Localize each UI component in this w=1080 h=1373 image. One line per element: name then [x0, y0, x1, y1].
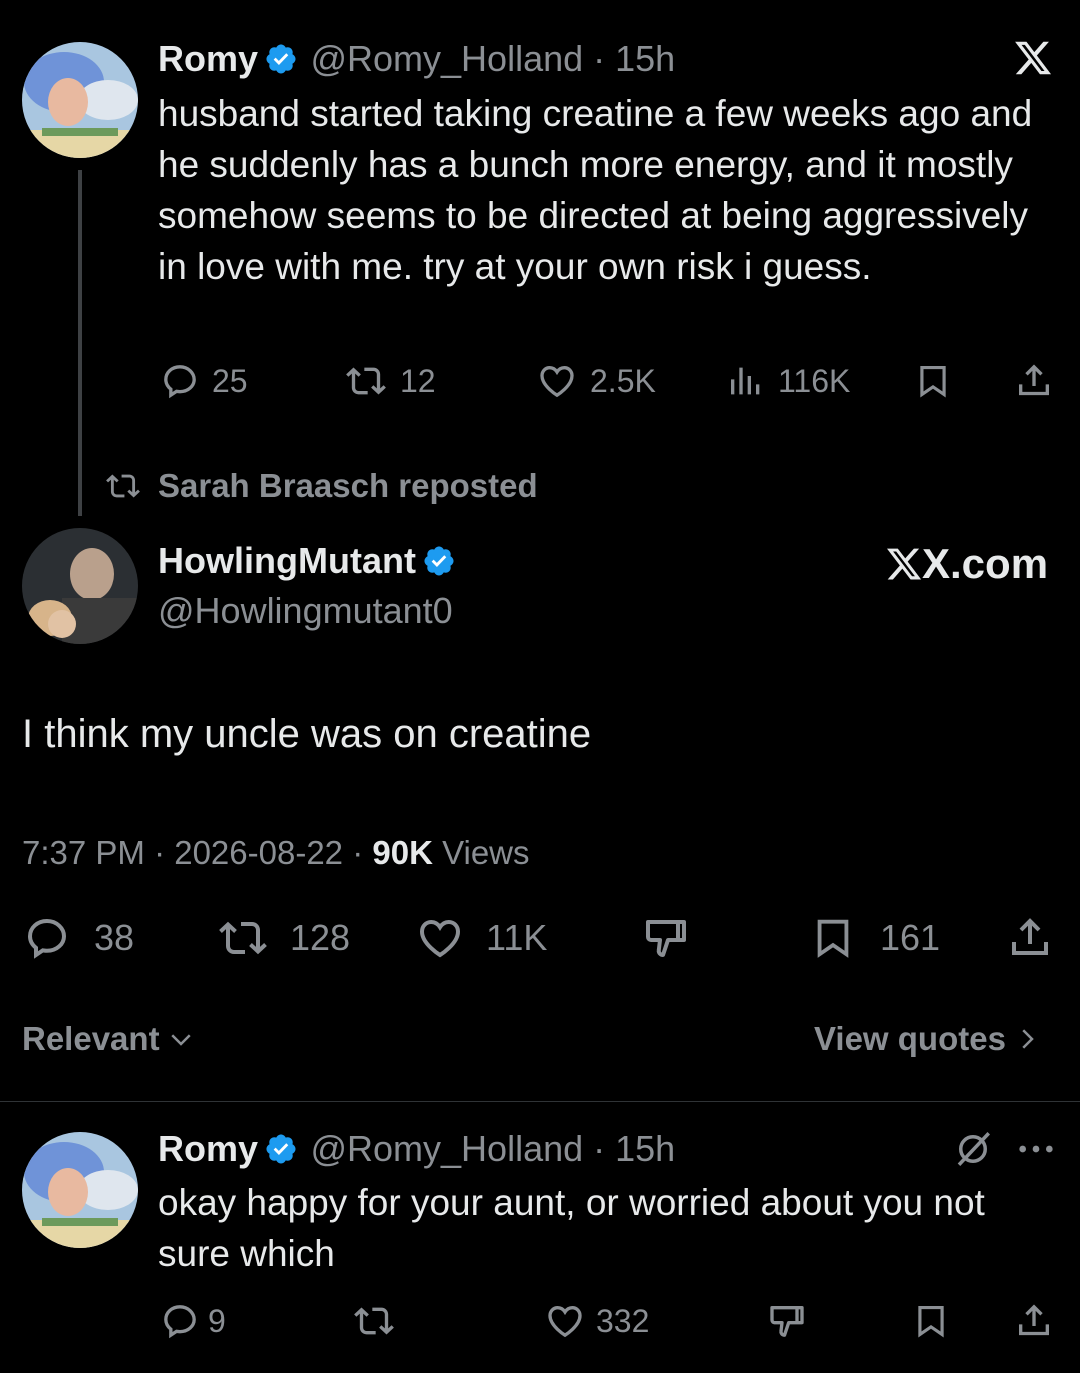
author-handle[interactable]: @Romy_Holland [310, 38, 583, 79]
repost-count: 12 [400, 362, 436, 399]
like-button[interactable]: 11K [412, 914, 547, 962]
more-options-icon[interactable] [1016, 1136, 1056, 1162]
repost-button[interactable] [352, 1300, 396, 1342]
tweet-meta: 7:37 PM · 2026-08-22 · 90K Views [22, 834, 530, 872]
repost-banner-text: Sarah Braasch reposted [158, 467, 538, 504]
thread-connector-line [78, 170, 82, 516]
chevron-right-icon [1022, 1029, 1034, 1049]
x-com-watermark: X.com [884, 540, 1048, 588]
grok-icon[interactable] [952, 1128, 994, 1170]
views-button[interactable]: 116K [726, 360, 850, 402]
tweet1-text: husband started taking creatine a few we… [158, 93, 1033, 287]
share-button[interactable] [1006, 914, 1054, 962]
heart-icon [548, 1305, 582, 1338]
reply-button[interactable]: 25 [160, 360, 248, 402]
reply-text: okay happy for your aunt, or worried abo… [158, 1182, 985, 1274]
thumbs-down-icon [646, 920, 686, 957]
avatar-howlingmutant[interactable] [22, 528, 138, 644]
views-count: 116K [778, 362, 851, 399]
chevron-down-icon [170, 1034, 191, 1046]
heart-icon [419, 919, 461, 958]
repost-icon [219, 921, 267, 955]
share-button[interactable] [1014, 360, 1054, 402]
avatar-romy[interactable] [22, 1132, 138, 1248]
bookmark-count: 161 [880, 917, 941, 958]
x-logo-icon [1015, 41, 1052, 75]
verified-badge-icon [266, 1134, 296, 1164]
tweet2-text: I think my uncle was on creatine [22, 712, 592, 756]
share-button[interactable] [1014, 1300, 1054, 1342]
thumbs-down-icon [770, 1306, 804, 1337]
reply-icon [27, 918, 67, 959]
author-name[interactable]: Romy [158, 38, 258, 79]
share-icon [1019, 364, 1049, 396]
bookmark-button[interactable] [912, 1300, 950, 1342]
divider [0, 1101, 1080, 1102]
repost-count: 128 [290, 917, 351, 958]
tweet-time[interactable]: 15h [615, 1128, 675, 1169]
dislike-button[interactable] [640, 914, 692, 962]
author-name[interactable]: Romy [158, 1128, 258, 1169]
views-count: 90K [372, 834, 433, 871]
reply-count: 38 [94, 917, 135, 958]
bookmark-icon [817, 919, 849, 958]
reply-count: 9 [208, 1302, 226, 1339]
tweet-timestamp[interactable]: 7:37 PM · 2026-08-22 · [22, 834, 372, 871]
verified-badge-icon [424, 546, 454, 576]
sort-dropdown[interactable]: Relevant [22, 1020, 196, 1058]
repost-icon [106, 474, 140, 498]
avatar-romy[interactable] [22, 42, 138, 158]
reply-count: 25 [212, 362, 248, 399]
like-button[interactable]: 332 [544, 1300, 649, 1342]
author-handle[interactable]: @Howlingmutant0 [158, 590, 453, 632]
repost-banner[interactable]: Sarah Braasch reposted [104, 466, 538, 506]
separator-dot: · [583, 38, 616, 79]
repost-button[interactable]: 12 [344, 360, 436, 402]
author-handle[interactable]: @Romy_Holland [310, 1128, 583, 1169]
watermark-text: X.com [922, 540, 1049, 587]
view-quotes-label: View quotes [814, 1020, 1006, 1057]
reply-header: Romy @Romy_Holland · 15h [158, 1128, 675, 1170]
view-quotes-link[interactable]: View quotes [814, 1020, 1042, 1058]
verified-badge-icon [266, 44, 296, 74]
like-count: 332 [596, 1302, 650, 1339]
views-label: Views [432, 834, 530, 871]
analytics-icon [731, 367, 760, 395]
tweet2-header: HowlingMutant [158, 540, 456, 582]
like-count: 2.5K [590, 362, 656, 399]
x-logo-icon [886, 548, 922, 580]
bookmark-icon [920, 365, 946, 398]
share-icon [1012, 918, 1048, 955]
repost-button[interactable]: 128 [214, 914, 350, 962]
bookmark-button[interactable]: 161 [810, 914, 940, 962]
separator-dot: · [583, 1128, 616, 1169]
like-count: 11K [486, 917, 548, 958]
reply-icon [164, 365, 196, 399]
heart-icon [540, 365, 574, 398]
repost-icon [354, 1307, 394, 1335]
dislike-button[interactable] [766, 1300, 808, 1342]
reply-icon [164, 1305, 196, 1339]
bookmark-icon [918, 1305, 944, 1338]
sort-label: Relevant [22, 1020, 160, 1057]
like-button[interactable]: 2.5K [536, 360, 656, 402]
share-icon [1019, 1304, 1049, 1336]
tweet-time[interactable]: 15h [615, 38, 675, 79]
reply-button[interactable]: 38 [22, 914, 134, 962]
bookmark-button[interactable] [914, 360, 952, 402]
tweet1-header: Romy @Romy_Holland · 15h [158, 38, 675, 82]
author-name[interactable]: HowlingMutant [158, 540, 416, 581]
repost-icon [346, 367, 386, 395]
reply-button[interactable]: 9 [160, 1300, 226, 1342]
